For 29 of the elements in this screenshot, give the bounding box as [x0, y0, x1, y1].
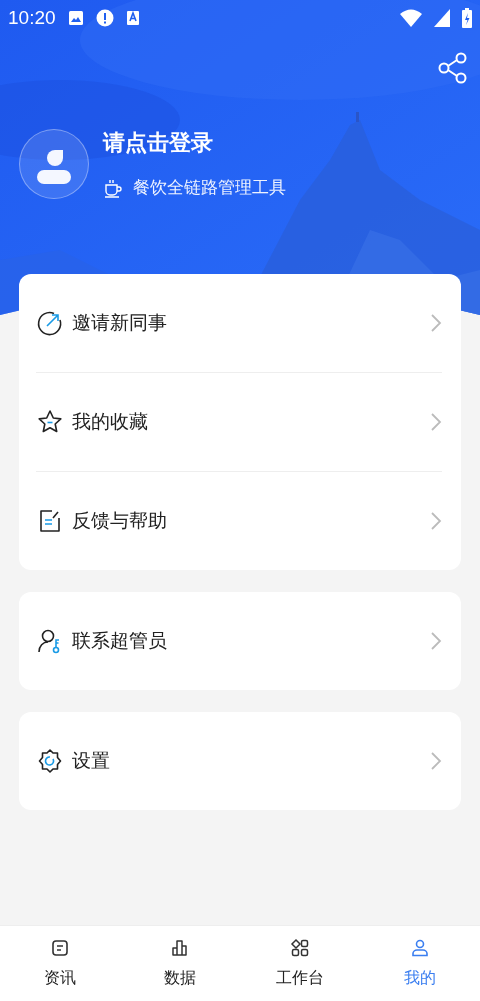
nav-tab[interactable]: 资讯	[0, 926, 120, 1001]
gear-icon	[36, 747, 64, 775]
chevron-right-icon	[430, 313, 442, 333]
alert-icon	[95, 9, 114, 27]
chevron-right-icon	[430, 412, 442, 432]
bar-chart-icon	[170, 938, 190, 958]
nav-tab[interactable]: 数据	[120, 926, 240, 1001]
share-icon[interactable]	[438, 52, 468, 84]
grid-icon	[290, 938, 310, 958]
menu-item[interactable]: 反馈与帮助	[72, 508, 422, 534]
app-tagline: 餐饮全链路管理工具	[133, 176, 286, 199]
chevron-right-icon	[430, 631, 442, 651]
menu-item[interactable]: 联系超管员	[72, 628, 422, 654]
nav-tab[interactable]: 工作台	[240, 926, 360, 1001]
document-icon	[50, 938, 70, 958]
cup-icon	[103, 177, 123, 198]
person-icon	[410, 938, 430, 958]
nav-tab[interactable]: 我的	[360, 926, 480, 1001]
chevron-right-icon	[430, 751, 442, 771]
menu-item[interactable]: 设置	[72, 748, 422, 774]
status-time: 10:20	[8, 7, 56, 29]
chevron-right-icon	[430, 511, 442, 531]
menu-item[interactable]: 邀请新同事	[72, 310, 422, 336]
signal-icon	[434, 9, 450, 27]
wifi-icon	[400, 9, 422, 27]
arrow-circle-icon	[36, 309, 64, 337]
menu-item[interactable]: 我的收藏	[72, 409, 422, 435]
login-prompt[interactable]: 请点击登录	[103, 128, 286, 158]
battery-icon	[462, 8, 472, 28]
